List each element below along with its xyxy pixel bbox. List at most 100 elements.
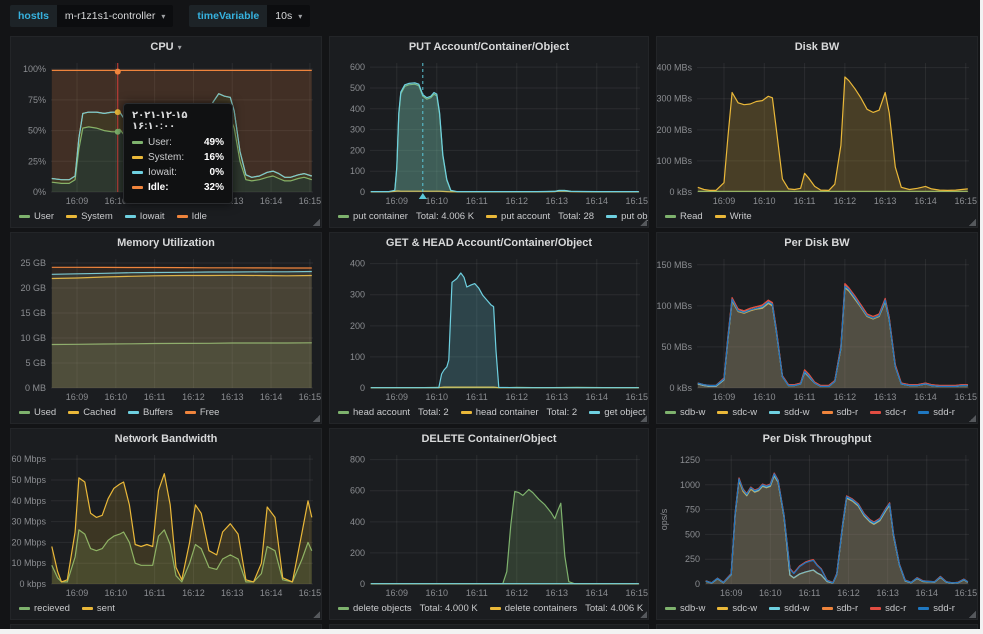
- panel-resize-handle[interactable]: [313, 219, 320, 226]
- svg-text:0: 0: [360, 383, 365, 393]
- svg-text:16:14: 16:14: [260, 588, 283, 598]
- svg-text:16:12: 16:12: [834, 392, 857, 402]
- legend-item[interactable]: sdc-r: [870, 603, 906, 614]
- panel-title-per-disk-throughput[interactable]: Per Disk Throughput: [657, 429, 977, 449]
- cpu-plot[interactable]: 16:0916:1016:1116:1216:1316:1416:150%25%…: [11, 57, 321, 208]
- svg-text:300 MBs: 300 MBs: [657, 94, 692, 104]
- panel-resize-handle[interactable]: [640, 415, 647, 422]
- legend-color-icon: [486, 215, 497, 218]
- legend-item[interactable]: Read: [665, 211, 703, 222]
- panel-resize-handle[interactable]: [313, 611, 320, 618]
- svg-text:100%: 100%: [23, 64, 46, 74]
- legend-item[interactable]: put containerTotal: 4.006 K: [338, 211, 474, 222]
- legend-item[interactable]: sdc-r: [870, 407, 906, 418]
- legend-item[interactable]: Write: [715, 211, 752, 222]
- per-disk-bw-legend: sdb-w sdc-w sdd-w sdb-r sdc-r sdd-r: [657, 404, 977, 423]
- legend-item[interactable]: Cached: [68, 407, 116, 418]
- variable-hostis-dropdown[interactable]: m-r1z1s1-controller ▾: [57, 5, 173, 27]
- legend-item[interactable]: head containerTotal: 2: [461, 407, 578, 418]
- svg-text:16:13: 16:13: [221, 588, 244, 598]
- panel-resize-handle[interactable]: [969, 611, 976, 618]
- network-plot[interactable]: 16:0916:1016:1116:1216:1316:1416:150 kbp…: [11, 449, 321, 600]
- put-plot[interactable]: 16:0916:1016:1116:1216:1316:1416:1501002…: [330, 57, 648, 208]
- legend-item[interactable]: sdd-w: [769, 603, 809, 614]
- legend-color-icon: [185, 411, 196, 414]
- svg-text:16:15: 16:15: [299, 588, 321, 598]
- tooltip-row: Iowait:0%: [132, 167, 224, 178]
- memory-plot[interactable]: 16:0916:1016:1116:1216:1316:1416:150 MB5…: [11, 253, 321, 404]
- delete-graph[interactable]: 16:0916:1016:1116:1216:1316:1416:1502004…: [330, 449, 648, 600]
- legend-item[interactable]: System: [66, 211, 113, 222]
- panel-resize-handle[interactable]: [969, 415, 976, 422]
- svg-text:600: 600: [350, 62, 365, 72]
- memory-graph[interactable]: 16:0916:1016:1116:1216:1316:1416:150 MB5…: [11, 253, 321, 404]
- legend-item[interactable]: recieved: [19, 603, 70, 614]
- panel-title-memory[interactable]: Memory Utilization: [11, 233, 321, 253]
- legend-item[interactable]: sdb-w: [665, 407, 705, 418]
- legend-item[interactable]: Buffers: [128, 407, 173, 418]
- svg-text:16:13: 16:13: [874, 196, 897, 206]
- svg-text:16:12: 16:12: [506, 392, 529, 402]
- variable-timevariable: timeVariable 10s ▾: [189, 5, 310, 27]
- delete-plot[interactable]: 16:0916:1016:1116:1216:1316:1416:1502004…: [330, 449, 648, 600]
- legend-item[interactable]: sdd-w: [769, 407, 809, 418]
- legend-series-label: sdc-w: [732, 603, 757, 614]
- per-disk-throughput-graph[interactable]: 16:0916:1016:1116:1216:1316:1416:1502505…: [657, 449, 977, 600]
- svg-text:800: 800: [350, 455, 365, 465]
- put-graph[interactable]: 16:0916:1016:1116:1216:1316:1416:1501002…: [330, 57, 648, 208]
- variable-timevariable-dropdown[interactable]: 10s ▾: [267, 5, 310, 27]
- panel-resize-handle[interactable]: [313, 415, 320, 422]
- panel-title-disk-bw[interactable]: Disk BW: [657, 37, 977, 57]
- legend-color-icon: [769, 607, 780, 610]
- disk-bw-graph[interactable]: 16:0916:1016:1116:1216:1316:1416:150 kBs…: [657, 57, 977, 208]
- panel-resize-handle[interactable]: [640, 611, 647, 618]
- dashboard-submenu: hostIs m-r1z1s1-controller ▾ timeVariabl…: [0, 0, 980, 32]
- legend-item[interactable]: sdc-w: [717, 407, 757, 418]
- svg-text:16:15: 16:15: [299, 196, 321, 206]
- legend-item[interactable]: Iowait: [125, 211, 165, 222]
- network-graph[interactable]: 16:0916:1016:1116:1216:1316:1416:150 kbp…: [11, 449, 321, 600]
- get-head-plot[interactable]: 16:0916:1016:1116:1216:1316:1416:1501002…: [330, 253, 648, 404]
- panel-title-text: GET & HEAD Account/Container/Object: [386, 237, 592, 249]
- legend-item[interactable]: sdd-r: [918, 603, 955, 614]
- legend-color-icon: [665, 607, 676, 610]
- per-disk-bw-plot[interactable]: 16:0916:1016:1116:1216:1316:1416:150 kBs…: [657, 253, 977, 404]
- legend-item[interactable]: sdb-w: [665, 603, 705, 614]
- panel-title-cpu[interactable]: CPU ▾: [11, 37, 321, 57]
- svg-text:16:11: 16:11: [794, 196, 816, 206]
- disk-bw-plot[interactable]: 16:0916:1016:1116:1216:1316:1416:150 kBs…: [657, 57, 977, 208]
- legend-color-icon: [82, 607, 93, 610]
- legend-item[interactable]: Used: [19, 407, 56, 418]
- svg-text:16:09: 16:09: [713, 392, 736, 402]
- panel-resize-handle[interactable]: [640, 219, 647, 226]
- legend-series-label: put account: [501, 211, 550, 222]
- legend-item[interactable]: sdd-r: [918, 407, 955, 418]
- panel-title-delete[interactable]: DELETE Container/Object: [330, 429, 648, 449]
- panel-title-network[interactable]: Network Bandwidth: [11, 429, 321, 449]
- legend-item[interactable]: put accountTotal: 28: [486, 211, 594, 222]
- chevron-down-icon: ▾: [298, 12, 302, 21]
- legend-color-icon: [717, 411, 728, 414]
- per-disk-bw-graph[interactable]: 16:0916:1016:1116:1216:1316:1416:150 kBs…: [657, 253, 977, 404]
- panel-title-put[interactable]: PUT Account/Container/Object: [330, 37, 648, 57]
- legend-item[interactable]: sdb-r: [822, 407, 859, 418]
- panel-title-per-disk-bw[interactable]: Per Disk BW: [657, 233, 977, 253]
- legend-item[interactable]: Free: [185, 407, 220, 418]
- svg-text:0: 0: [360, 579, 365, 589]
- legend-item[interactable]: Idle: [177, 211, 207, 222]
- panel-title-get-head[interactable]: GET & HEAD Account/Container/Object: [330, 233, 648, 253]
- per-disk-throughput-plot[interactable]: 16:0916:1016:1116:1216:1316:1416:1502505…: [657, 449, 977, 600]
- svg-text:300: 300: [350, 125, 365, 135]
- tooltip-row: System:16%: [132, 152, 224, 163]
- panel-resize-handle[interactable]: [969, 219, 976, 226]
- legend-item[interactable]: head accountTotal: 2: [338, 407, 449, 418]
- legend-item[interactable]: delete containersTotal: 4.006 K: [490, 603, 643, 614]
- legend-item[interactable]: sdc-w: [717, 603, 757, 614]
- get-head-graph[interactable]: 16:0916:1016:1116:1216:1316:1416:1501002…: [330, 253, 648, 404]
- legend-item[interactable]: sdb-r: [822, 603, 859, 614]
- legend-item[interactable]: User: [19, 211, 54, 222]
- legend-item[interactable]: delete objectsTotal: 4.000 K: [338, 603, 478, 614]
- legend-item[interactable]: sent: [82, 603, 115, 614]
- legend-series-label: delete objects: [353, 603, 412, 614]
- svg-text:16:15: 16:15: [626, 392, 648, 402]
